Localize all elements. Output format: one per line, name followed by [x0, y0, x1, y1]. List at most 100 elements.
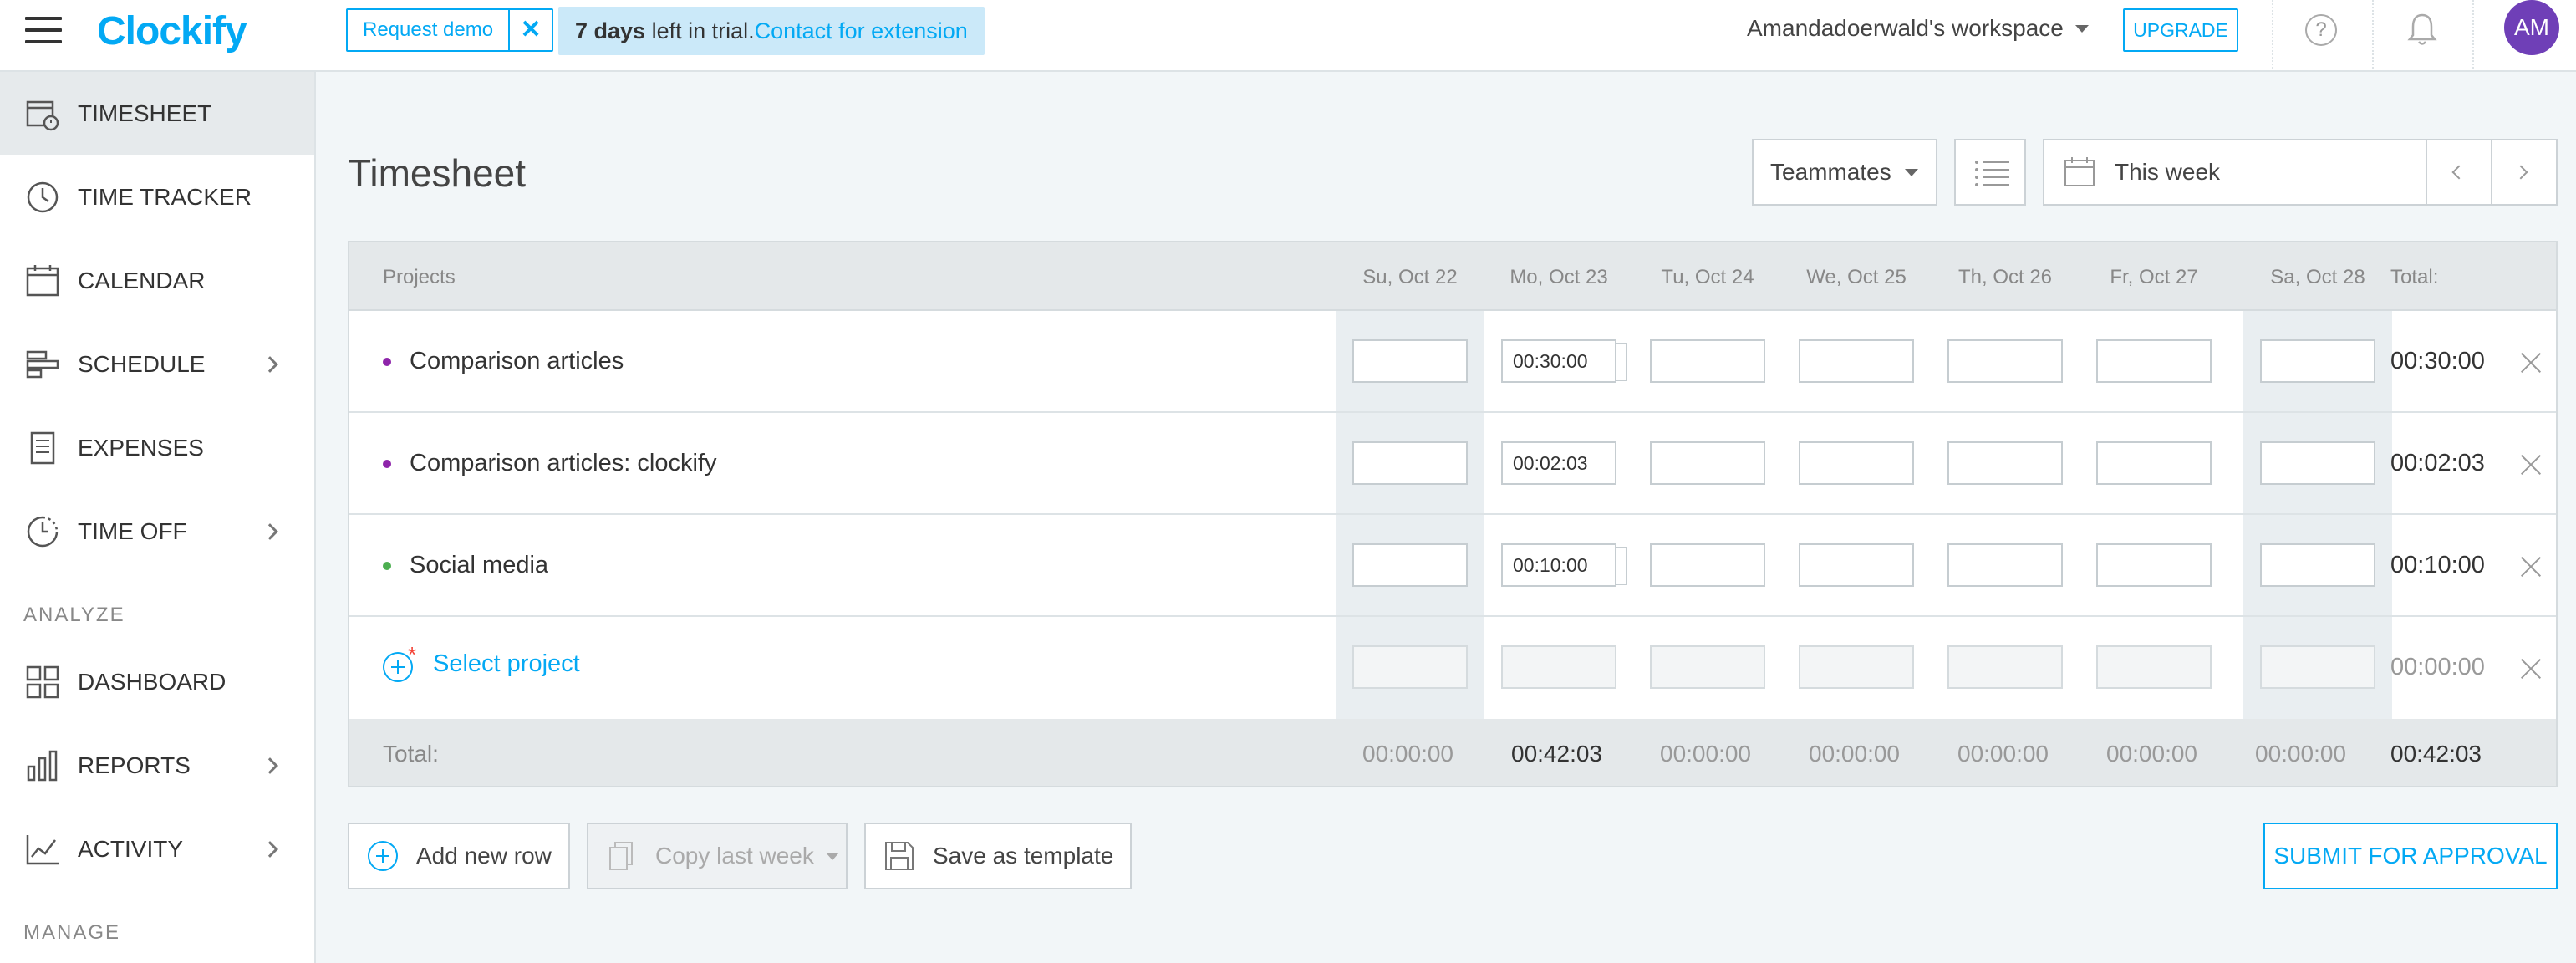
- add-row-label: Add new row: [416, 843, 552, 869]
- time-cell[interactable]: [1352, 339, 1468, 383]
- column-header-day: Fr, Oct 27: [2110, 266, 2198, 288]
- column-header-day: Tu, Oct 24: [1661, 266, 1754, 288]
- help-icon[interactable]: ?: [2305, 14, 2337, 46]
- sidebar-item-label: ACTIVITY: [78, 836, 184, 862]
- time-cell[interactable]: [1799, 543, 1914, 587]
- logo[interactable]: Clockify: [97, 8, 247, 54]
- time-cell[interactable]: [1650, 339, 1765, 383]
- sidebar-item-reports[interactable]: REPORTS: [0, 724, 314, 808]
- column-header-day: Th, Oct 26: [1957, 266, 2053, 288]
- time-cell[interactable]: [2096, 543, 2212, 587]
- sidebar-item-label: TIMESHEET: [78, 100, 212, 126]
- table-row: Comparison articles: clockify 00:02:03 0…: [349, 413, 2556, 515]
- sidebar-item-time-tracker[interactable]: TIME TRACKER: [0, 155, 314, 239]
- close-icon[interactable]: [2519, 555, 2543, 578]
- menu-icon[interactable]: [25, 15, 62, 45]
- week-label: This week: [2115, 159, 2221, 185]
- chevron-right-icon: [262, 523, 278, 540]
- time-cell[interactable]: [1799, 441, 1914, 485]
- bell-icon[interactable]: [2405, 12, 2439, 48]
- trial-banner: 7 days left in trial.Contact for extensi…: [558, 7, 985, 55]
- select-project-link[interactable]: Select project: [433, 650, 580, 678]
- time-cell[interactable]: [1650, 543, 1765, 587]
- day-total: 00:00:00: [2106, 741, 2197, 767]
- row-total: 00:30:00: [2390, 348, 2485, 374]
- save-template-button[interactable]: Save as template: [864, 823, 1132, 889]
- time-cell[interactable]: [1352, 441, 1468, 485]
- sidebar-item-label: SCHEDULE: [78, 351, 206, 377]
- kebab-icon[interactable]: [1615, 343, 1627, 381]
- column-header-day: Su, Oct 22: [1362, 266, 1458, 288]
- submit-for-approval-button[interactable]: SUBMIT FOR APPROVAL: [2263, 823, 2558, 889]
- time-cell[interactable]: 00:30:00: [1501, 339, 1627, 383]
- time-cell[interactable]: [2096, 339, 2212, 383]
- sidebar-item-activity[interactable]: ACTIVITY: [0, 808, 314, 891]
- row-total: 00:02:03: [2390, 450, 2485, 476]
- column-header-day: Sa, Oct 28: [2270, 266, 2365, 288]
- section-label-manage: MANAGE: [23, 921, 121, 944]
- sidebar-item-timesheet[interactable]: TIMESHEET: [0, 72, 314, 155]
- time-cell[interactable]: [2260, 441, 2375, 485]
- time-cell[interactable]: [1947, 441, 2063, 485]
- week-picker[interactable]: This week: [2043, 139, 2558, 206]
- project-name[interactable]: Comparison articles: clockify: [410, 450, 716, 477]
- project-color-dot: [383, 562, 391, 570]
- day-total: 00:00:00: [1362, 741, 1453, 767]
- new-row: * Select project 00:00:00: [349, 617, 2556, 719]
- dashboard-icon: [26, 665, 59, 699]
- list-view-button[interactable]: [1954, 139, 2026, 206]
- close-icon[interactable]: [2519, 657, 2543, 680]
- next-week-button[interactable]: [2491, 140, 2556, 204]
- chevron-right-icon: [262, 757, 278, 774]
- workspace-selector[interactable]: Amandadoerwald's workspace: [1747, 15, 2089, 42]
- upgrade-button[interactable]: UPGRADE: [2123, 8, 2238, 52]
- project-name[interactable]: Comparison articles: [410, 348, 624, 375]
- sidebar-item-schedule[interactable]: SCHEDULE: [0, 323, 314, 406]
- time-cell[interactable]: [1650, 441, 1765, 485]
- clock-icon: [27, 181, 59, 213]
- timesheet-icon: [26, 100, 59, 131]
- time-cell[interactable]: [1947, 339, 2063, 383]
- close-icon[interactable]: [2519, 351, 2543, 374]
- close-icon[interactable]: ✕: [510, 10, 552, 50]
- copy-icon: [609, 842, 633, 870]
- column-header-day: Mo, Oct 23: [1509, 266, 1608, 288]
- contact-extension-link[interactable]: Contact for extension: [755, 18, 968, 43]
- time-cell[interactable]: 00:02:03: [1501, 441, 1616, 485]
- sidebar-item-dashboard[interactable]: DASHBOARD: [0, 640, 314, 724]
- sidebar-item-time-off[interactable]: TIME OFF: [0, 490, 314, 573]
- grand-total: 00:42:03: [2390, 741, 2482, 767]
- request-demo-button[interactable]: Request demo: [348, 10, 511, 50]
- add-row-button[interactable]: Add new row: [348, 823, 570, 889]
- timesheet-table: Projects Su, Oct 22 Mo, Oct 23 Tu, Oct 2…: [348, 241, 2558, 787]
- kebab-icon[interactable]: [1615, 547, 1627, 585]
- time-cell[interactable]: [1352, 543, 1468, 587]
- time-cell[interactable]: 00:10:00: [1501, 543, 1627, 587]
- sidebar: TIMESHEET TIME TRACKER CALENDAR SCHEDULE…: [0, 72, 316, 963]
- close-icon[interactable]: [2519, 453, 2543, 476]
- table-row: Social media 00:10:00 00:10:00: [349, 515, 2556, 617]
- sidebar-item-label: DASHBOARD: [78, 669, 227, 695]
- table-header: Projects Su, Oct 22 Mo, Oct 23 Tu, Oct 2…: [349, 242, 2556, 311]
- teammates-dropdown[interactable]: Teammates: [1752, 139, 1937, 206]
- footer-total-label: Total:: [383, 741, 439, 767]
- required-indicator: *: [408, 642, 417, 667]
- sidebar-item-calendar[interactable]: CALENDAR: [0, 239, 314, 323]
- activity-icon: [26, 835, 59, 865]
- teammates-label: Teammates: [1770, 159, 1891, 185]
- time-cell[interactable]: [1799, 339, 1914, 383]
- calendar-icon: [26, 265, 59, 297]
- project-name[interactable]: Social media: [410, 552, 548, 579]
- time-cell[interactable]: [1947, 543, 2063, 587]
- sidebar-item-expenses[interactable]: EXPENSES: [0, 406, 314, 490]
- avatar[interactable]: AM: [2504, 0, 2559, 55]
- previous-week-button[interactable]: [2426, 140, 2491, 204]
- row-total: 00:10:00: [2390, 552, 2485, 578]
- chevron-right-icon: [262, 841, 278, 858]
- chevron-left-icon: [2451, 165, 2467, 180]
- time-cell[interactable]: [2260, 339, 2375, 383]
- time-cell[interactable]: [2260, 543, 2375, 587]
- time-cell[interactable]: [2096, 441, 2212, 485]
- chevron-right-icon: [2513, 165, 2528, 180]
- copy-last-week-button[interactable]: Copy last week: [587, 823, 848, 889]
